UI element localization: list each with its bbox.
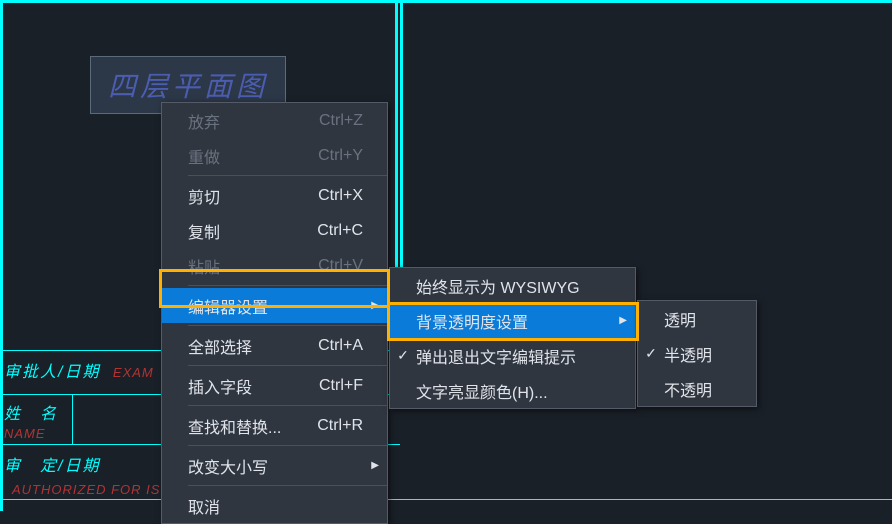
- ctx-item-13[interactable]: 查找和替换... Ctrl+R: [162, 408, 387, 443]
- editor-settings-item-1[interactable]: 背景透明度设置 ▶: [390, 303, 635, 338]
- menu-item-shortcut: Ctrl+R: [317, 417, 387, 435]
- menu-item-label: 重做: [188, 144, 238, 168]
- text-edit-content: 四层平面图: [108, 65, 268, 105]
- label-name-en: NAME: [4, 426, 46, 441]
- menu-item-label: 始终显示为 WYSIWYG: [416, 274, 598, 298]
- editor-settings-item-2[interactable]: ✓弹出退出文字编辑提示: [390, 338, 635, 373]
- opacity-item-0[interactable]: 透明: [638, 301, 756, 336]
- ctx-item-0: 放弃 Ctrl+Z: [162, 103, 387, 138]
- check-icon: ✓: [390, 347, 416, 364]
- menu-item-shortcut: Ctrl+F: [319, 377, 387, 395]
- ctx-item-7[interactable]: 编辑器设置 ▶: [162, 288, 387, 323]
- menu-item-label: 放弃: [188, 109, 238, 133]
- chevron-right-icon: ▶: [371, 300, 379, 311]
- menu-separator: [188, 365, 387, 366]
- label-approver-date: 审批人/日期 EXAM: [4, 358, 154, 382]
- menu-item-label: 编辑器设置: [188, 294, 286, 318]
- menu-separator: [188, 285, 387, 286]
- menu-item-shortcut: Ctrl+A: [318, 337, 387, 355]
- ctx-item-5: 粘贴 Ctrl+V: [162, 248, 387, 283]
- label-authorized-date: 审 定/日期: [4, 452, 100, 476]
- menu-item-label: 不透明: [664, 377, 730, 401]
- chevron-right-icon: ▶: [619, 315, 627, 326]
- menu-item-shortcut: Ctrl+Y: [318, 147, 387, 165]
- editor-settings-item-3[interactable]: 文字亮显颜色(H)...: [390, 373, 635, 408]
- drawing-canvas[interactable]: 四层平面图 审批人/日期 EXAM 姓 名 NAME 审 定/日期 AUTHOR…: [0, 0, 892, 511]
- menu-item-label: 取消: [188, 494, 238, 518]
- label-name: 姓 名: [4, 400, 58, 424]
- menu-item-shortcut: Ctrl+X: [318, 187, 387, 205]
- menu-separator: [188, 485, 387, 486]
- context-menu: 放弃 Ctrl+Z 重做 Ctrl+Y 剪切 Ctrl+X 复制 Ctrl+C 粘贴 Ctrl+V…: [161, 102, 388, 524]
- ctx-item-4[interactable]: 复制 Ctrl+C: [162, 213, 387, 248]
- menu-item-label: 粘贴: [188, 254, 238, 278]
- menu-item-label: 背景透明度设置: [416, 309, 546, 333]
- menu-item-shortcut: Ctrl+C: [317, 222, 387, 240]
- ctx-item-9[interactable]: 全部选择 Ctrl+A: [162, 328, 387, 363]
- menu-separator: [188, 175, 387, 176]
- opacity-submenu: 透明✓半透明不透明: [637, 300, 757, 407]
- menu-item-label: 弹出退出文字编辑提示: [416, 344, 594, 368]
- menu-item-shortcut: Ctrl+V: [318, 257, 387, 275]
- menu-item-label: 透明: [664, 307, 714, 331]
- menu-item-label: 文字亮显颜色(H)...: [416, 379, 566, 403]
- ctx-item-1: 重做 Ctrl+Y: [162, 138, 387, 173]
- opacity-item-2[interactable]: 不透明: [638, 371, 756, 406]
- menu-item-label: 剪切: [188, 184, 238, 208]
- menu-separator: [188, 405, 387, 406]
- editor-settings-item-0[interactable]: 始终显示为 WYSIWYG: [390, 268, 635, 303]
- editor-settings-submenu: 始终显示为 WYSIWYG背景透明度设置▶✓弹出退出文字编辑提示文字亮显颜色(H…: [389, 267, 636, 409]
- menu-item-label: 复制: [188, 219, 238, 243]
- menu-item-label: 查找和替换...: [188, 414, 299, 438]
- check-icon: ✓: [638, 345, 664, 362]
- chevron-right-icon: ▶: [371, 460, 379, 471]
- ctx-item-3[interactable]: 剪切 Ctrl+X: [162, 178, 387, 213]
- menu-separator: [188, 325, 387, 326]
- menu-item-shortcut: Ctrl+Z: [319, 112, 387, 130]
- ctx-item-11[interactable]: 插入字段 Ctrl+F: [162, 368, 387, 403]
- menu-item-label: 插入字段: [188, 374, 270, 398]
- menu-item-label: 改变大小写: [188, 454, 286, 478]
- menu-item-label: 全部选择: [188, 334, 270, 358]
- ctx-item-17[interactable]: 取消: [162, 488, 387, 523]
- ctx-item-15[interactable]: 改变大小写 ▶: [162, 448, 387, 483]
- menu-item-label: 半透明: [664, 342, 730, 366]
- menu-separator: [188, 445, 387, 446]
- opacity-item-1[interactable]: ✓半透明: [638, 336, 756, 371]
